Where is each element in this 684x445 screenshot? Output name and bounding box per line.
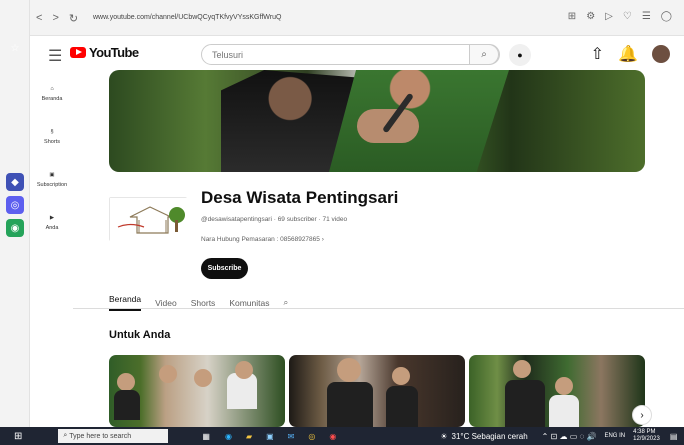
task-view-icon[interactable]: ▦ [202, 432, 210, 441]
person-shirt [386, 386, 418, 427]
person-face [337, 358, 361, 382]
next-arrow-icon[interactable]: › [632, 405, 652, 425]
video-thumbnail[interactable] [469, 355, 645, 427]
opera-icon[interactable]: ◉ [329, 432, 336, 441]
channel-meta: @desawisatapentingsari · 69 subscriber ·… [201, 216, 348, 223]
profile-icon[interactable]: ◯ [661, 11, 672, 22]
person-shirt [327, 382, 373, 427]
person-face [392, 367, 410, 385]
back-icon[interactable]: < [36, 12, 42, 25]
browser-sidebar: ☆ ◆ ◎ ◉ [0, 0, 30, 427]
settings-icon[interactable]: ⚙ [586, 11, 595, 22]
file-explorer-icon[interactable]: ▰ [246, 432, 252, 441]
youtube-logo[interactable]: YouTube [70, 45, 139, 60]
weather-icon: ☀ [440, 431, 448, 441]
favorite-icon[interactable]: ♡ [623, 11, 632, 22]
tab-community[interactable]: Komunitas [229, 298, 269, 308]
person-face [159, 365, 177, 383]
you-icon: ▶ [49, 214, 55, 221]
person-face [117, 373, 135, 391]
channel-logo[interactable] [109, 197, 188, 242]
youtube-header: ☰ YouTube ⌕ ● ⇧ 🔔 [31, 36, 684, 72]
notifications-icon[interactable]: 🔔 [618, 44, 638, 64]
forward-icon[interactable]: > [52, 12, 58, 25]
channel-title: Desa Wisata Pentingsari [201, 188, 399, 207]
tab-video[interactable]: Video [155, 298, 177, 308]
chrome-icon[interactable]: ◎ [308, 432, 315, 441]
menu-icon[interactable]: ☰ [48, 46, 62, 66]
channel-contact[interactable]: Nara Hubung Pemasaran : 08568927865 › [201, 236, 324, 243]
person-face [555, 377, 573, 395]
play-icon[interactable]: ▷ [605, 11, 613, 22]
avatar[interactable] [652, 45, 670, 63]
search-icon: ⌕ [63, 432, 68, 439]
subscribe-button[interactable]: Subscribe [201, 258, 248, 279]
sidebar-item-subscriptions[interactable]: ▣ Subscription [31, 158, 73, 201]
person-shirt [505, 380, 545, 427]
store-icon[interactable]: ▣ [266, 432, 274, 441]
address-bar[interactable]: www.youtube.com/channel/UCbwQCyqTKfvyVYs… [93, 14, 281, 21]
collections-icon[interactable]: ☰ [642, 11, 651, 22]
youtube-play-icon [70, 47, 86, 58]
weather-text: 31°C Sebagian cerah [451, 431, 528, 441]
mail-icon[interactable]: ✉ [288, 432, 295, 441]
browser-toolbar: < > ↻ www.youtube.com/channel/UCbwQCyqTK… [0, 0, 684, 36]
banner-person-right [329, 70, 509, 172]
person-face [235, 361, 253, 379]
edge-icon[interactable]: ◉ [225, 432, 232, 441]
youtube-sidebar: ⌂ Beranda § Shorts ▣ Subscription ▶ Anda [31, 72, 73, 427]
language-indicator[interactable]: ENG IN [604, 433, 625, 439]
discover-icon[interactable]: ◆ [6, 173, 24, 191]
tab-shorts[interactable]: Shorts [191, 298, 216, 308]
windows-start-icon[interactable]: ⊞ [14, 431, 22, 442]
person-face [194, 369, 212, 387]
person-face [513, 360, 531, 378]
browser-navigation: < > ↻ [36, 12, 78, 25]
browser-actions: ⊞ ⚙ ▷ ♡ ☰ ◯ [568, 11, 672, 22]
sidebar-item-home[interactable]: ⌂ Beranda [31, 72, 73, 115]
tabs-divider [73, 308, 684, 309]
person-shirt [114, 390, 140, 420]
refresh-icon[interactable]: ↻ [69, 12, 78, 25]
search-icon[interactable]: ⌕ [283, 297, 288, 308]
home-icon: ⌂ [50, 85, 54, 92]
notifications-center-icon[interactable]: ▤ [670, 432, 678, 441]
grid-icon[interactable]: ⊞ [568, 11, 576, 22]
windows-taskbar: ⊞ ⌕ Type here to search ▦ ◉ ▰ ▣ ✉ ◎ ◉ ☀ … [0, 427, 684, 445]
subscriptions-icon: ▣ [49, 171, 55, 178]
favorites-icon[interactable]: ☆ [6, 39, 24, 57]
person-clothes [549, 395, 579, 427]
search-input[interactable] [202, 45, 462, 65]
video-thumbnail[interactable] [289, 355, 465, 427]
sidebar-item-shorts[interactable]: § Shorts [31, 115, 73, 158]
search-box[interactable]: ⌕ [201, 44, 500, 65]
video-thumbnails [109, 355, 645, 427]
copilot-icon[interactable]: ◎ [6, 196, 24, 214]
taskbar-search[interactable]: ⌕ Type here to search [58, 429, 169, 443]
office-icon[interactable]: ◉ [6, 219, 24, 237]
shorts-icon: § [50, 128, 54, 135]
chevron-right-icon: › [321, 236, 324, 243]
system-tray-icons: ⌃ ⊡ ☁ ▭ ◌ 🔊 [541, 431, 597, 441]
upload-icon[interactable]: ⇧ [591, 44, 604, 64]
sidebar-item-you[interactable]: ▶ Anda [31, 201, 73, 244]
channel-banner [109, 70, 645, 172]
search-icon[interactable]: ⌕ [469, 44, 499, 65]
header-actions: ⇧ 🔔 [591, 44, 670, 64]
microphone-icon[interactable]: ● [509, 44, 531, 66]
section-title: Untuk Anda [109, 329, 171, 341]
channel-logo-graphic [110, 198, 188, 242]
clock[interactable]: 4:38 PM 12/9/2023 [633, 429, 660, 443]
video-thumbnail[interactable] [109, 355, 285, 427]
